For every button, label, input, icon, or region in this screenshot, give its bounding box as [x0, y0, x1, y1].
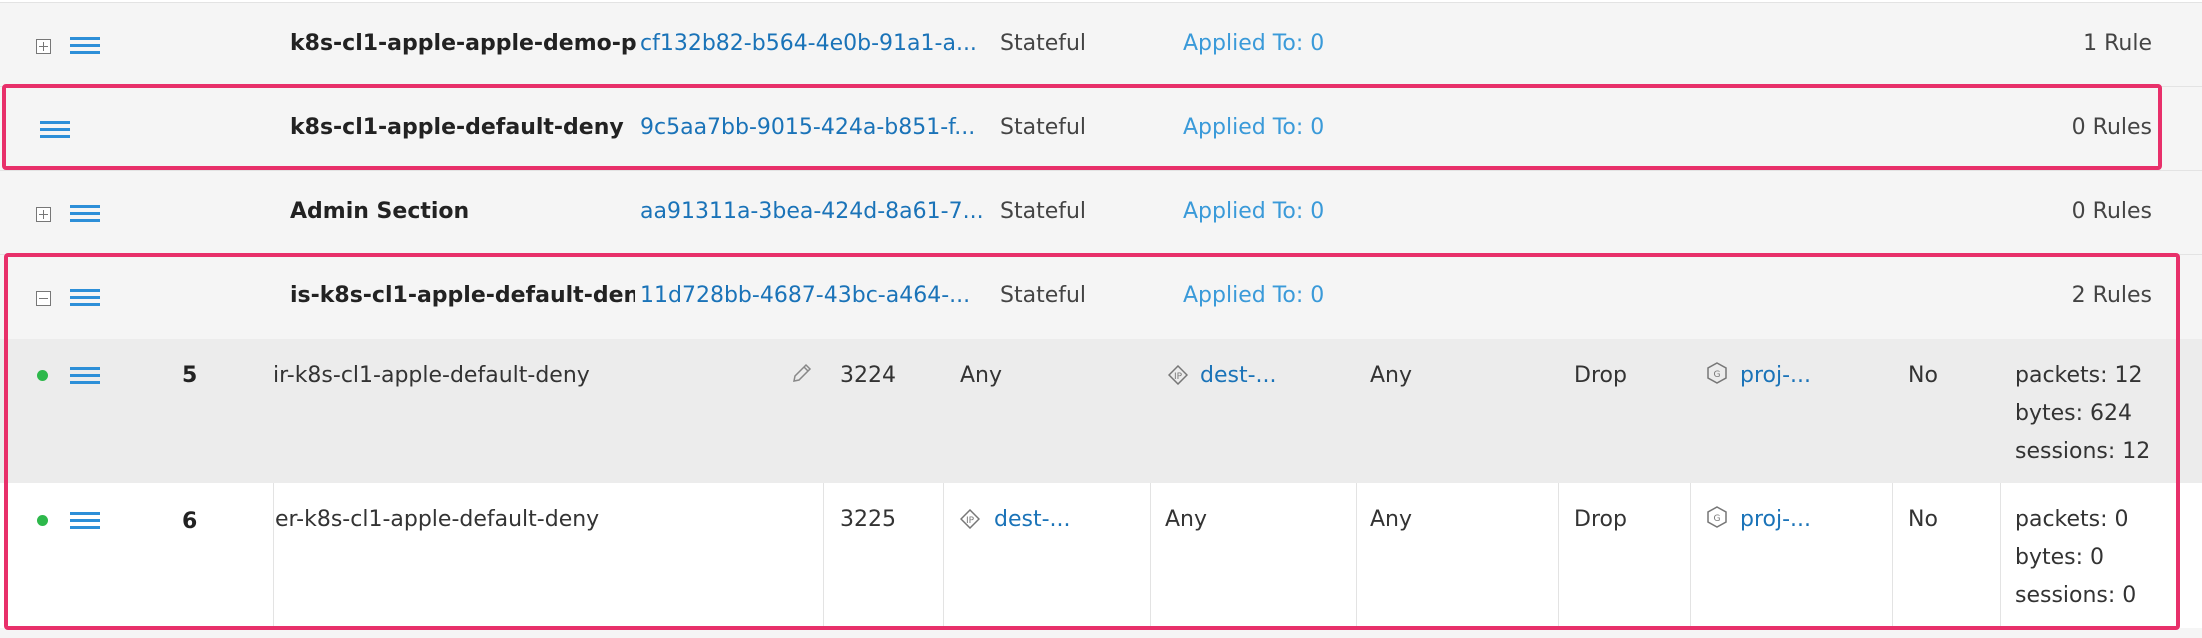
rule-bytes: bytes: 0 [2015, 545, 2105, 570]
applied-to-link[interactable]: Applied To: 0 [1183, 283, 1324, 308]
column-divider [1690, 483, 1691, 628]
rule-packets: packets: 0 [2015, 507, 2129, 532]
section-row[interactable]: k8s-cl1-apple-apple-demo-p cf132b82-b564… [0, 2, 2202, 88]
section-row[interactable]: is-k8s-cl1-apple-default-deny 11d728bb-4… [0, 254, 2202, 340]
rule-applied-to[interactable]: proj-... [1740, 507, 1811, 532]
drag-handle-icon[interactable] [70, 37, 100, 55]
rule-logging[interactable]: No [1908, 507, 1938, 532]
section-name[interactable]: Admin Section [290, 199, 469, 224]
rule-packets: packets: 12 [2015, 363, 2143, 388]
group-icon: G [1707, 362, 1727, 384]
rule-destination[interactable]: Any [1165, 507, 1207, 532]
section-name[interactable]: k8s-cl1-apple-apple-demo-p [290, 31, 637, 56]
section-id-link[interactable]: cf132b82-b564-4e0b-91a1-a... [640, 31, 977, 56]
group-icon: G [1707, 506, 1727, 528]
section-type: Stateful [1000, 283, 1087, 308]
column-divider [1356, 483, 1357, 628]
drag-handle-icon[interactable] [70, 512, 100, 530]
status-enabled-icon [37, 515, 48, 526]
column-divider [1892, 483, 1893, 628]
section-type: Stateful [1000, 31, 1087, 56]
rule-name[interactable]: ir-k8s-cl1-apple-default-deny [273, 363, 590, 388]
svg-text:G: G [1714, 370, 1721, 380]
rule-count: 0 Rules [2071, 115, 2152, 140]
bottom-strip [0, 628, 2202, 638]
rule-action[interactable]: Drop [1574, 507, 1627, 532]
drag-handle-icon[interactable] [70, 367, 100, 385]
rule-count: 2 Rules [2071, 283, 2152, 308]
column-divider [2000, 483, 2001, 628]
rule-sequence: 5 [182, 363, 198, 388]
rule-count: 1 Rule [2083, 31, 2152, 56]
rule-sessions: sessions: 0 [2015, 583, 2137, 608]
status-enabled-icon [37, 370, 48, 381]
rule-sequence: 6 [182, 509, 198, 534]
rule-sessions: sessions: 12 [2015, 439, 2151, 464]
expand-icon[interactable] [36, 207, 51, 222]
rule-bytes: bytes: 624 [2015, 401, 2133, 426]
drag-handle-icon[interactable] [70, 205, 100, 223]
section-type: Stateful [1000, 115, 1087, 140]
rule-row[interactable]: 6 er-k8s-cl1-apple-default-deny 3225 IP … [0, 483, 2202, 629]
edit-pencil-icon[interactable] [790, 361, 814, 385]
rule-applied-to[interactable]: proj-... [1740, 363, 1811, 388]
section-type: Stateful [1000, 199, 1087, 224]
section-row[interactable]: Admin Section aa91311a-3bea-424d-8a61-7.… [0, 170, 2202, 256]
rule-logging[interactable]: No [1908, 363, 1938, 388]
section-id-link[interactable]: 11d728bb-4687-43bc-a464-... [640, 283, 970, 308]
rule-service[interactable]: Any [1370, 363, 1412, 388]
column-divider [1558, 483, 1559, 628]
column-divider [273, 483, 274, 628]
section-id-link[interactable]: aa91311a-3bea-424d-8a61-7... [640, 199, 984, 224]
rule-name[interactable]: er-k8s-cl1-apple-default-deny [273, 507, 599, 532]
applied-to-link[interactable]: Applied To: 0 [1183, 31, 1324, 56]
column-divider [943, 483, 944, 628]
rule-id: 3224 [840, 363, 896, 388]
drag-handle-icon[interactable] [70, 289, 100, 307]
svg-text:G: G [1714, 514, 1721, 524]
ip-set-icon: IP [1168, 365, 1188, 385]
column-divider [823, 483, 824, 628]
drag-handle-icon[interactable] [40, 121, 70, 139]
applied-to-link[interactable]: Applied To: 0 [1183, 115, 1324, 140]
applied-to-link[interactable]: Applied To: 0 [1183, 199, 1324, 224]
section-name[interactable]: k8s-cl1-apple-default-deny [290, 115, 624, 140]
rule-destination[interactable]: dest-... [1200, 363, 1277, 388]
ip-set-icon: IP [960, 509, 980, 529]
rule-source[interactable]: dest-... [994, 507, 1071, 532]
rule-source[interactable]: Any [960, 363, 1002, 388]
svg-text:IP: IP [966, 516, 975, 526]
column-divider [1150, 483, 1151, 628]
svg-text:IP: IP [1174, 372, 1183, 382]
rule-row[interactable]: 5 ir-k8s-cl1-apple-default-deny 3224 Any… [0, 339, 2202, 484]
section-id-link[interactable]: 9c5aa7bb-9015-424a-b851-f... [640, 115, 975, 140]
collapse-icon[interactable] [36, 291, 51, 306]
rule-service[interactable]: Any [1370, 507, 1412, 532]
section-name[interactable]: is-k8s-cl1-apple-default-deny [290, 283, 635, 308]
rule-action[interactable]: Drop [1574, 363, 1627, 388]
section-row[interactable]: k8s-cl1-apple-default-deny 9c5aa7bb-9015… [0, 86, 2202, 172]
expand-icon[interactable] [36, 39, 51, 54]
rule-id: 3225 [840, 507, 896, 532]
rule-count: 0 Rules [2071, 199, 2152, 224]
